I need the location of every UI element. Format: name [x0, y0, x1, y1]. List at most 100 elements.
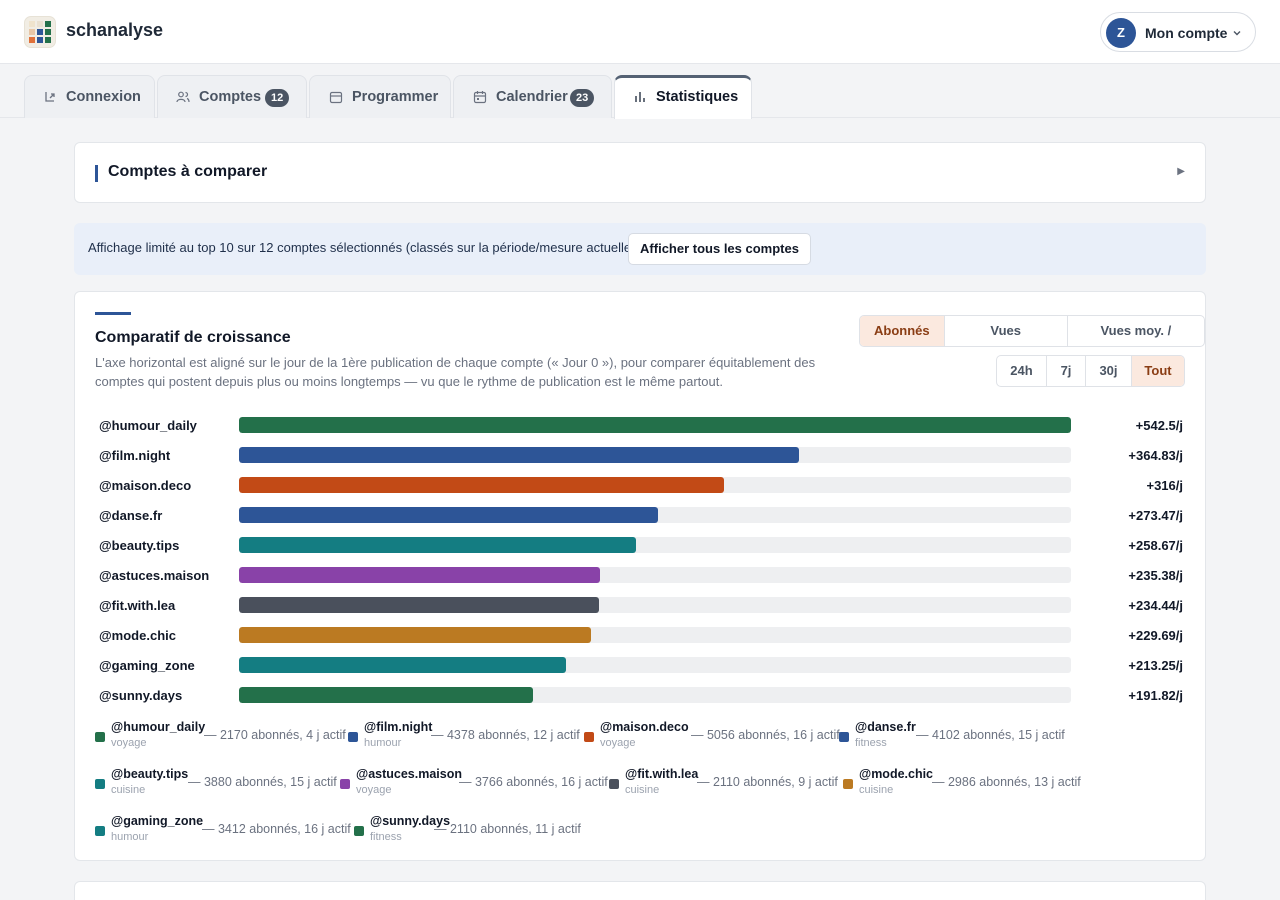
calendar-grid-icon	[473, 91, 487, 104]
tab-programmer[interactable]: Programmer	[309, 75, 451, 118]
legend-account-name: @fit.with.lea	[625, 767, 699, 781]
legend-account-name: @beauty.tips	[111, 767, 189, 781]
expand-arrow-icon[interactable]: ▶	[1177, 166, 1185, 177]
bar-value-label: +229.69/j	[1128, 628, 1183, 643]
legend-account-name: @humour_daily	[111, 720, 206, 734]
period-selector: 24h 7j 30j Tout	[996, 355, 1185, 387]
legend-stats: — 3880 abonnés, 15 j actif	[188, 775, 337, 789]
bar-row: @sunny.days +191.82/j	[75, 682, 1207, 712]
legend-stats: — 5056 abonnés, 16 j actif	[691, 728, 840, 742]
legend-swatch	[340, 779, 350, 789]
account-menu-button[interactable]: Z Mon compte	[1100, 12, 1256, 52]
app-logo	[24, 16, 56, 48]
tab-bar: Connexion Comptes 12 Programmer Calendri…	[0, 65, 1280, 119]
tab-label: Calendrier	[496, 89, 568, 105]
growth-comparison-card: Comparatif de croissance L'axe horizonta…	[74, 291, 1206, 861]
bar-track	[239, 447, 1071, 463]
bar	[239, 507, 658, 523]
legend-swatch	[584, 732, 594, 742]
period-option-30j[interactable]: 30j	[1085, 356, 1131, 386]
legend-stats: — 2986 abonnés, 13 j actif	[932, 775, 1081, 789]
legend-swatch	[843, 779, 853, 789]
legend-category: voyage	[600, 737, 636, 749]
legend-stats: — 3766 abonnés, 16 j actif	[459, 775, 608, 789]
bar	[239, 477, 724, 493]
metric-option-vues-cumulees[interactable]: Vues cumulées	[943, 316, 1067, 346]
legend-account-name: @mode.chic	[859, 767, 934, 781]
legend-swatch	[95, 732, 105, 742]
users-icon	[176, 91, 190, 103]
bar-label: @mode.chic	[99, 628, 176, 643]
legend-category: voyage	[111, 737, 147, 749]
legend-stats: — 2110 abonnés, 9 j actif	[697, 775, 838, 789]
avatar: Z	[1106, 18, 1136, 48]
tab-label: Programmer	[352, 89, 439, 105]
bar-track	[239, 537, 1071, 553]
bar-row: @humour_daily +542.5/j	[75, 412, 1207, 442]
bar-row: @danse.fr +273.47/j	[75, 502, 1207, 532]
section-description: L'axe horizontal est aligné sur le jour …	[95, 355, 816, 389]
count-badge: 12	[265, 89, 290, 107]
bar-label: @fit.with.lea	[99, 598, 176, 613]
notice-text: Affichage limité au top 10 sur 12 compte…	[88, 240, 640, 255]
bar-track	[239, 627, 1071, 643]
tab-label: Statistiques	[656, 89, 739, 105]
bar-value-label: +258.67/j	[1128, 538, 1183, 553]
period-option-24h[interactable]: 24h	[997, 356, 1046, 386]
bar	[239, 567, 600, 583]
bar-value-label: +364.83/j	[1128, 448, 1183, 463]
limit-notice: Affichage limité au top 10 sur 12 compte…	[74, 223, 1206, 275]
legend-category: cuisine	[859, 784, 894, 796]
bar-row: @maison.deco +316/j	[75, 472, 1207, 502]
metric-option-abonnes[interactable]: Abonnés	[860, 316, 944, 346]
bar-track	[239, 597, 1071, 613]
bar-track	[239, 507, 1071, 523]
bar-row: @fit.with.lea +234.44/j	[75, 592, 1207, 622]
bar-row: @gaming_zone +213.25/j	[75, 652, 1207, 682]
bar-track	[239, 417, 1071, 433]
bar-value-label: +235.38/j	[1128, 568, 1183, 583]
tab-calendrier[interactable]: Calendrier 23	[453, 75, 612, 118]
bar-label: @gaming_zone	[99, 658, 195, 673]
legend-swatch	[348, 732, 358, 742]
bar-row: @astuces.maison +235.38/j	[75, 562, 1207, 592]
legend-swatch	[95, 826, 105, 836]
bar-label: @humour_daily	[99, 418, 197, 433]
legend-stats: — 4378 abonnés, 12 j actif	[431, 728, 580, 742]
bar-chart-icon	[635, 92, 645, 102]
bar	[239, 417, 1071, 433]
show-all-accounts-button[interactable]: Afficher tous les comptes	[628, 233, 811, 265]
legend-stats: — 2170 abonnés, 4 j actif	[204, 728, 346, 742]
compare-accounts-panel[interactable]: Comptes à comparer ▶	[74, 142, 1206, 203]
period-option-7j[interactable]: 7j	[1046, 356, 1085, 386]
metric-option-vues-moyennes[interactable]: Vues moy. / vidéo	[1066, 316, 1204, 346]
legend-category: humour	[364, 737, 402, 749]
bar-track	[239, 657, 1071, 673]
bar-value-label: +542.5/j	[1135, 418, 1183, 433]
bar-row: @mode.chic +229.69/j	[75, 622, 1207, 652]
bar	[239, 687, 533, 703]
top-bar: schanalyse Z Mon compte	[0, 0, 1280, 64]
account-label: Mon compte	[1145, 25, 1228, 41]
tab-comptes[interactable]: Comptes 12	[157, 75, 307, 118]
tab-label: Connexion	[66, 89, 141, 105]
bar-track	[239, 687, 1071, 703]
tab-connexion[interactable]: Connexion	[24, 75, 155, 118]
count-badge: 23	[570, 89, 595, 107]
bar-value-label: +316/j	[1146, 478, 1183, 493]
bar-value-label: +191.82/j	[1128, 688, 1183, 703]
period-option-tout[interactable]: Tout	[1131, 356, 1184, 386]
bar-row: @beauty.tips +258.67/j	[75, 532, 1207, 562]
legend-category: cuisine	[625, 784, 660, 796]
legend-category: voyage	[356, 784, 392, 796]
metric-selector: Abonnés Vues cumulées Vues moy. / vidéo	[859, 315, 1205, 347]
legend-account-name: @film.night	[364, 720, 433, 734]
legend-account-name: @danse.fr	[855, 720, 916, 734]
bar	[239, 537, 636, 553]
tab-statistiques[interactable]: Statistiques	[614, 75, 752, 119]
legend-swatch	[839, 732, 849, 742]
bar-label: @beauty.tips	[99, 538, 180, 553]
bar-value-label: +213.25/j	[1128, 658, 1183, 673]
legend-category: fitness	[855, 737, 887, 749]
bar	[239, 447, 799, 463]
